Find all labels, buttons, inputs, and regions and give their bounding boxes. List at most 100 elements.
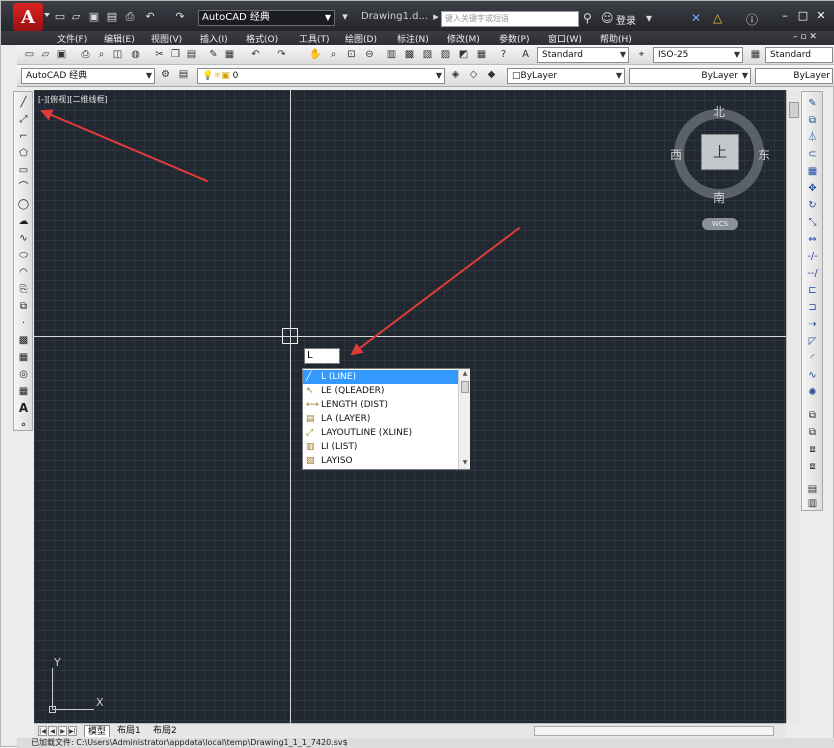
gradient-icon[interactable]: ▦ [16, 350, 31, 365]
viewcube-west[interactable]: 西 [670, 146, 682, 163]
construction-line-icon[interactable]: ⤢ [16, 112, 31, 127]
circle-icon[interactable]: ◯ [16, 197, 31, 212]
redo-icon[interactable]: ↷ [173, 10, 187, 24]
alert-icon[interactable]: △ [713, 11, 722, 25]
tab-model[interactable]: 模型 [84, 725, 111, 737]
viewcube-east[interactable]: 东 [758, 146, 770, 163]
menu-help[interactable]: 帮助(H) [600, 32, 632, 45]
menu-insert[interactable]: 插入(I) [200, 32, 228, 45]
autocomplete-item[interactable]: ⟷ LENGTH (DIST) [303, 398, 458, 412]
ellipse-arc-icon[interactable]: ◠ [16, 265, 31, 280]
linetype-select[interactable]: ByLayer ▼ [629, 68, 751, 84]
tool-palettes-icon[interactable]: ▧ [421, 48, 434, 61]
horizontal-scrollbar[interactable] [534, 726, 774, 736]
minimize-button[interactable]: – [777, 8, 793, 24]
draworder-front-icon[interactable]: ⧉ [805, 408, 820, 423]
add-selected-icon[interactable]: ⚬ [16, 418, 31, 433]
help-icon[interactable]: ⓘ [746, 11, 758, 28]
polygon-icon[interactable]: ⬠ [16, 146, 31, 161]
zoom-previous-icon[interactable]: ⊖ [363, 48, 376, 61]
table-style-select[interactable]: Standard [765, 47, 833, 63]
dim-style-icon[interactable]: ⌖ [635, 48, 648, 61]
markup-icon[interactable]: ◩ [457, 48, 470, 61]
help-tool-icon[interactable]: ? [497, 48, 510, 61]
workspace-toolbar-select[interactable]: AutoCAD 经典 ▼ [21, 68, 155, 84]
redo-tool-icon[interactable]: ↷ [275, 48, 288, 61]
layer-states-icon[interactable]: ◆ [485, 68, 498, 81]
menu-edit[interactable]: 编辑(E) [104, 32, 135, 45]
region-icon[interactable]: ◎ [16, 367, 31, 382]
text-front-icon[interactable]: ▤ [805, 482, 820, 497]
hatch-back-icon[interactable]: ▥ [805, 496, 820, 511]
chamfer-icon[interactable]: ◸ [805, 334, 820, 349]
tab-layout1[interactable]: 布局1 [114, 725, 144, 737]
explode-icon[interactable]: ✺ [805, 385, 820, 400]
insert-block-icon[interactable]: ⎘ [16, 282, 31, 297]
paste-icon[interactable]: ▤ [185, 48, 198, 61]
copy-icon[interactable]: ❐ [169, 48, 182, 61]
table-style-icon[interactable]: ▦ [749, 48, 762, 61]
new-icon[interactable]: ▭ [53, 10, 67, 24]
viewcube-top-face[interactable]: 上 [701, 134, 739, 170]
menu-tools[interactable]: 工具(T) [299, 32, 330, 45]
erase-icon[interactable]: ✎ [805, 96, 820, 111]
scale-icon[interactable]: ⤡ [805, 215, 820, 230]
binoculars-icon[interactable]: ⚲ [583, 11, 592, 25]
workspace-select[interactable]: AutoCAD 经典 ▼ [198, 10, 335, 26]
cut-icon[interactable]: ✂ [153, 48, 166, 61]
publish-icon[interactable]: ◫ [111, 48, 124, 61]
vscroll-thumb[interactable] [789, 102, 799, 118]
make-current-layer-icon[interactable]: ◈ [449, 68, 462, 81]
offset-icon[interactable]: ⊂ [805, 147, 820, 162]
autocomplete-item[interactable]: ╱ L (LINE) [303, 370, 458, 384]
scroll-down-icon[interactable]: ▼ [459, 459, 471, 466]
qnew-icon[interactable]: ▭ [23, 48, 36, 61]
array-icon[interactable]: ▦ [805, 164, 820, 179]
join-icon[interactable]: ⇢ [805, 317, 820, 332]
menu-parameter[interactable]: 参数(P) [499, 32, 529, 45]
workspace-settings-icon[interactable]: ⚙ [159, 68, 172, 81]
menu-format[interactable]: 格式(O) [246, 32, 278, 45]
save-icon[interactable]: ▣ [87, 10, 101, 24]
maximize-button[interactable]: □ [795, 8, 811, 24]
calculator-icon[interactable]: ▦ [475, 48, 488, 61]
undo-tool-icon[interactable]: ↶ [249, 48, 262, 61]
viewcube-south[interactable]: 南 [713, 189, 725, 206]
polyline-icon[interactable]: ⌐ [16, 129, 31, 144]
dynamic-input-field[interactable]: L [304, 348, 340, 364]
blend-icon[interactable]: ∿ [805, 368, 820, 383]
mtext-icon[interactable]: A [16, 401, 31, 416]
login-caret-icon[interactable]: ▾ [646, 11, 652, 25]
tab-prev-icon[interactable]: ◀ [48, 726, 57, 736]
autocomplete-scrollbar[interactable]: ▲ ▼ [458, 369, 470, 469]
scroll-up-icon[interactable]: ▲ [459, 370, 471, 377]
zoom-window-icon[interactable]: ⊡ [345, 48, 358, 61]
layer-previous-icon[interactable]: ◇ [467, 68, 480, 81]
layer-manager-icon[interactable]: ▤ [177, 68, 190, 81]
autocomplete-item[interactable]: ▤ LA (LAYER) [303, 412, 458, 426]
menu-file[interactable]: 文件(F) [57, 32, 87, 45]
ellipse-icon[interactable]: ⬭ [16, 248, 31, 263]
zoom-realtime-icon[interactable]: ⌕ [327, 48, 340, 61]
wcs-menu[interactable]: WCS [702, 218, 738, 230]
table-icon[interactable]: ▦ [16, 384, 31, 399]
draworder-above-icon[interactable]: ⧈ [805, 442, 820, 457]
move-icon[interactable]: ✥ [805, 181, 820, 196]
tab-layout2[interactable]: 布局2 [150, 725, 180, 737]
undo-icon[interactable]: ↶ [143, 10, 157, 24]
close-button[interactable]: ✕ [813, 8, 829, 24]
autocomplete-item[interactable]: ↖ LE (QLEADER) [303, 384, 458, 398]
match-prop-icon[interactable]: ✎ [207, 48, 220, 61]
search-input[interactable]: 键入关键字或短语 [441, 11, 579, 27]
stretch-icon[interactable]: ⇔ [805, 232, 820, 247]
exchange-icon[interactable]: ✕ [691, 11, 701, 25]
viewport-controls[interactable]: [-][俯视][二维线框] [38, 94, 108, 105]
spline-icon[interactable]: ∿ [16, 231, 31, 246]
fillet-icon[interactable]: ◜ [805, 351, 820, 366]
user-icon[interactable]: ☺ [601, 11, 614, 25]
plot-preview-icon[interactable]: ⌕ [95, 48, 108, 61]
rotate-icon[interactable]: ↻ [805, 198, 820, 213]
open-icon[interactable]: ▱ [69, 10, 83, 24]
menu-view[interactable]: 视图(V) [151, 32, 182, 45]
menu-modify[interactable]: 修改(M) [447, 32, 480, 45]
